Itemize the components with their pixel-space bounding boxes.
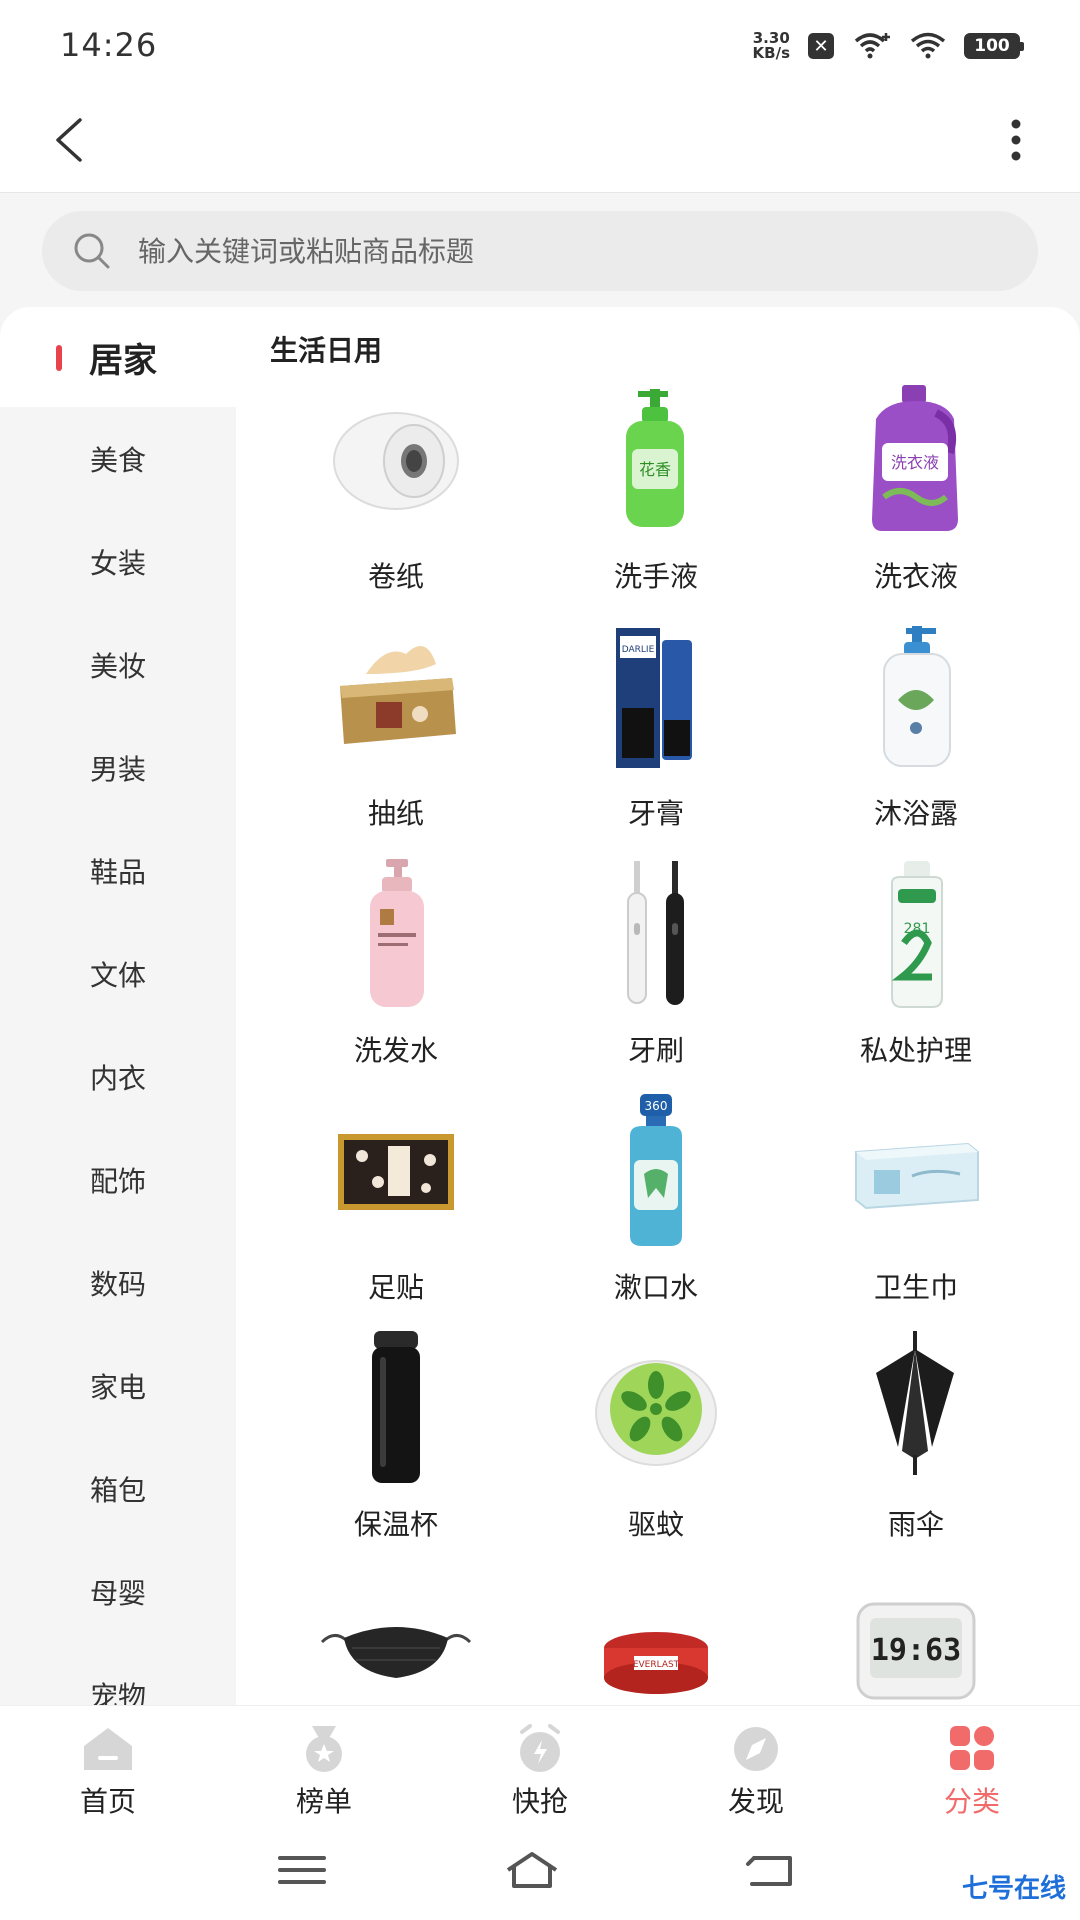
product-item[interactable]: 驱蚊 [526,1327,786,1564]
status-bar: 14:26 3.30 KB/s ✕ 100 [0,0,1080,90]
body-wash-bottle-icon [883,626,951,767]
wifi-plus-icon [854,33,890,59]
product-grid: 卷纸 花香 洗手液 洗衣液 洗衣液 抽纸 DARLIE 牙膏 沐浴露 洗发水 牙… [236,379,1080,1705]
shampoo-bottle-icon [370,859,424,1007]
toothpaste-box-icon: DARLIE [616,628,692,768]
menu-icon[interactable] [272,1850,332,1890]
product-item[interactable]: 洗发水 [266,853,526,1090]
care-wash-bottle-icon: 281 [891,861,943,1008]
tab-category[interactable]: 分类 [864,1706,1080,1820]
back-nav-icon[interactable] [740,1850,800,1890]
compass-icon [734,1727,778,1771]
tab-flash-sale[interactable]: 快抢 [432,1706,648,1820]
product-item[interactable]: 足贴 [266,1090,526,1327]
sanitary-pad-pack-icon [855,1142,979,1210]
tab-discover[interactable]: 发现 [648,1706,864,1820]
sidebar-item-digital[interactable]: 数码 [0,1231,236,1334]
product-item[interactable]: 卫生巾 [786,1090,1046,1327]
section-title: 生活日用 [270,334,383,367]
product-item[interactable]: 抽纸 [266,616,526,853]
mouthwash-bottle-icon: 360 [630,1094,682,1246]
product-item[interactable]: 花香 洗手液 [526,379,786,616]
sidebar-item-bags[interactable]: 箱包 [0,1437,236,1540]
sidebar-item-mens[interactable]: 男装 [0,716,236,819]
product-item[interactable]: 沐浴露 [786,616,1046,853]
sidebar-item-underwear[interactable]: 内衣 [0,1025,236,1128]
battery-icon: 100 [964,33,1024,59]
product-item[interactable]: DARLIE 牙膏 [526,616,786,853]
svg-text:洗衣液: 洗衣液 [891,453,939,472]
face-mask-icon [320,1627,472,1678]
sidebar-item-baby[interactable]: 母婴 [0,1540,236,1643]
product-item[interactable]: 19:63 [786,1564,1046,1705]
svg-text:DARLIE: DARLIE [622,645,655,655]
sidebar-item-pets[interactable]: 宠物 [0,1643,236,1706]
search-icon [74,233,110,269]
category-content: 居家 美食 女装 美妆 男装 鞋品 文体 内衣 配饰 数码 家电 箱包 母婴 宠… [0,307,1080,1705]
svg-text:EVERLAST: EVERLAST [633,1660,680,1670]
toilet-paper-roll-icon [333,412,459,510]
electric-toothbrush-icon [627,861,684,1005]
category-grid-icon [950,1726,994,1770]
tissue-box-icon [340,646,456,744]
search-area [0,193,1080,307]
sidebar-item-accessories[interactable]: 配饰 [0,1128,236,1231]
tab-home[interactable]: 首页 [0,1706,216,1820]
hand-wrap-roll-icon: EVERLAST [604,1632,708,1694]
product-item[interactable] [266,1564,526,1705]
digital-thermometer-icon: 19:63 [856,1602,976,1700]
sidebar-item-beauty[interactable]: 美妆 [0,613,236,716]
svg-text:花香: 花香 [639,460,671,479]
sidebar-item-womens[interactable]: 女装 [0,510,236,613]
alarm-icon [520,1724,560,1772]
product-item[interactable]: 洗衣液 洗衣液 [786,379,1046,616]
home-icon [84,1728,132,1770]
home-nav-icon[interactable] [502,1850,562,1890]
tab-ranking[interactable]: 榜单 [216,1706,432,1820]
watermark: 七号在线 [961,1874,1066,1904]
product-item[interactable]: 牙刷 [526,853,786,1090]
wifi-icon [910,32,946,59]
product-item[interactable]: 保温杯 [266,1327,526,1564]
system-navigation-bar: 七号在线 [0,1820,1080,1920]
hand-soap-bottle-icon: 花香 [626,389,684,527]
back-arrow-icon[interactable] [44,110,104,170]
active-indicator [56,345,62,371]
product-item[interactable]: 360 漱口水 [526,1090,786,1327]
sim-disabled-icon: ✕ [808,33,834,59]
sidebar-item-shoes[interactable]: 鞋品 [0,819,236,922]
top-header [0,90,1080,193]
search-input[interactable] [138,234,998,268]
laundry-detergent-bottle-icon: 洗衣液 [872,385,958,531]
status-time: 14:26 [60,26,158,64]
status-icons: 3.30 KB/s ✕ 100 [752,28,1024,64]
product-item[interactable]: 雨伞 [786,1327,1046,1564]
sidebar-item-appliances[interactable]: 家电 [0,1334,236,1437]
category-sidebar[interactable]: 居家 美食 女装 美妆 男装 鞋品 文体 内衣 配饰 数码 家电 箱包 母婴 宠… [0,307,236,1705]
bottom-tab-bar: 首页 榜单 快抢 发现 分类 [0,1705,1080,1820]
thermos-cup-icon [372,1331,420,1483]
mosquito-repellent-icon [595,1360,717,1466]
svg-text:360: 360 [645,1099,668,1113]
product-item[interactable]: EVERLAST [526,1564,786,1705]
sidebar-item-sports[interactable]: 文体 [0,922,236,1025]
more-options-icon[interactable] [996,110,1036,170]
umbrella-icon [876,1331,954,1475]
foot-patch-box-icon [338,1134,454,1210]
sidebar-item-home[interactable]: 居家 [0,307,236,407]
sidebar-item-food[interactable]: 美食 [0,407,236,510]
network-speed: 3.30 KB/s [752,29,790,62]
search-bar[interactable] [42,211,1038,291]
svg-text:19:63: 19:63 [871,1633,961,1668]
product-item[interactable]: 卷纸 [266,379,526,616]
medal-icon [306,1726,342,1772]
product-item[interactable]: 281 私处护理 [786,853,1046,1090]
product-panel: 生活日用 卷纸 花香 洗手液 洗衣液 洗衣液 抽纸 DARLIE 牙膏 沐浴露 … [236,307,1080,1705]
